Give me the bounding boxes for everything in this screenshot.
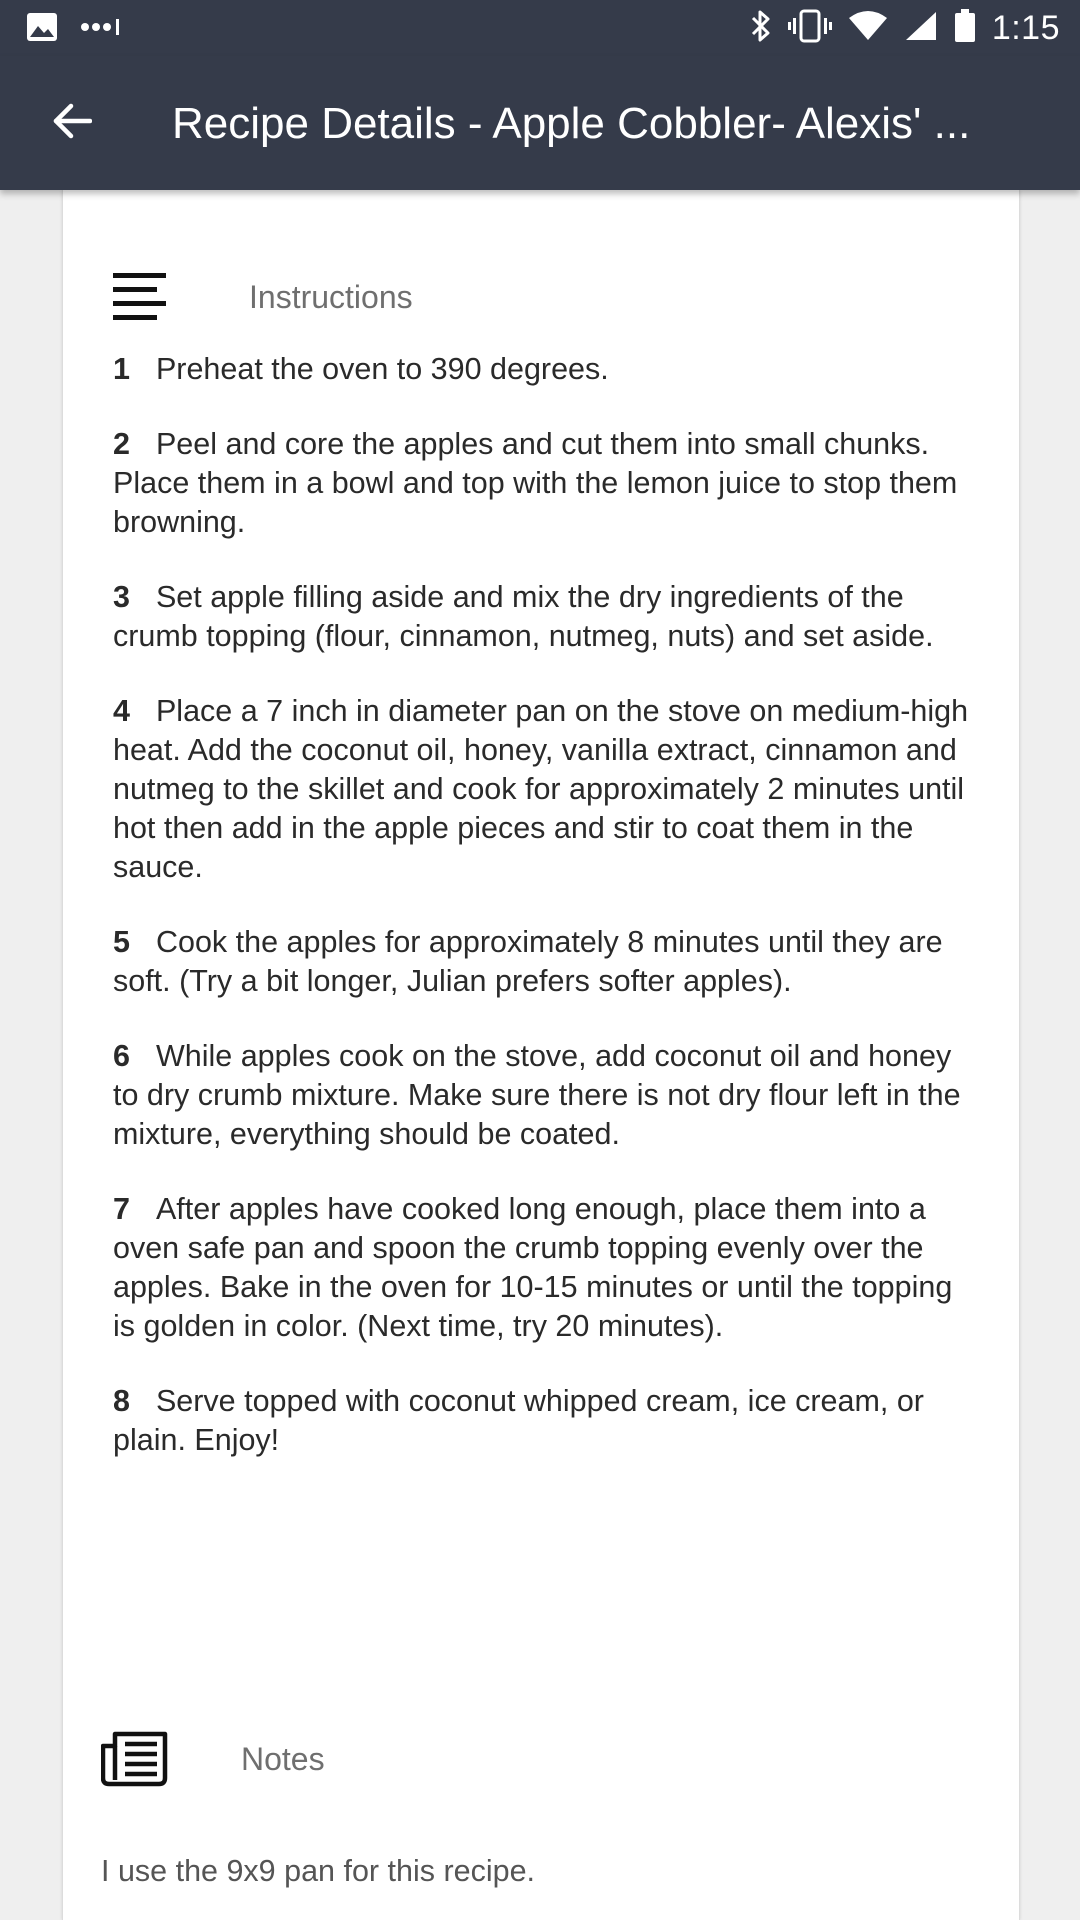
step-text: Set apple filling aside and mix the dry … xyxy=(113,580,934,653)
step-number: 1 xyxy=(113,352,130,386)
signal-icon xyxy=(904,10,938,47)
step-text: Place a 7 inch in diameter pan on the st… xyxy=(113,694,969,884)
step-item: 5 Cook the apples for approximately 8 min… xyxy=(113,923,973,1001)
page-title: Recipe Details - Apple Cobbler- Alexis' … xyxy=(172,99,971,148)
step-number: 7 xyxy=(113,1192,130,1226)
step-item: 4 Place a 7 inch in diameter pan on the s… xyxy=(113,692,973,887)
notes-header: Notes xyxy=(100,1730,325,1788)
instructions-title: Instructions xyxy=(249,278,413,315)
text-lines-icon xyxy=(113,270,167,324)
notes-icon xyxy=(100,1730,169,1788)
step-item: 6 While apples cook on the stove, add coc… xyxy=(113,1037,973,1154)
step-text: Serve topped with coconut whipped cream,… xyxy=(113,1384,924,1457)
app-bar: Recipe Details - Apple Cobbler- Alexis' … xyxy=(0,56,1080,190)
recipe-card: Instructions 1 Preheat the oven to 390 de… xyxy=(62,190,1020,1920)
vibrate-icon xyxy=(787,9,832,48)
notes-text: I use the 9x9 pan for this recipe. xyxy=(101,1854,536,1888)
step-item: 7 After apples have cooked long enough, p… xyxy=(113,1190,973,1346)
step-text: Cook the apples for approximately 8 minu… xyxy=(113,925,943,998)
status-time: 1:15 xyxy=(991,8,1060,47)
step-item: 8 Serve topped with coconut whipped cream… xyxy=(113,1382,973,1460)
status-bar-right: 1:15 xyxy=(750,8,1060,48)
more-dots-icon xyxy=(80,17,124,42)
bluetooth-icon xyxy=(750,9,772,48)
battery-icon xyxy=(954,8,976,48)
image-icon xyxy=(26,12,58,47)
step-item: 2 Peel and core the apples and cut them i… xyxy=(113,425,973,542)
step-item: 3 Set apple filling aside and mix the dry… xyxy=(113,578,973,656)
step-item: 1 Preheat the oven to 390 degrees. xyxy=(113,350,973,389)
wifi-icon xyxy=(848,10,888,47)
status-bar: 1:15 xyxy=(0,0,1080,56)
instructions-list: 1 Preheat the oven to 390 degrees. 2 Peel … xyxy=(113,350,973,1496)
arrow-back-icon xyxy=(52,101,93,146)
step-text: After apples have cooked long enough, pl… xyxy=(113,1192,953,1343)
step-number: 3 xyxy=(113,580,130,614)
back-button[interactable] xyxy=(44,95,100,151)
instructions-header: Instructions xyxy=(113,270,413,324)
step-text: Peel and core the apples and cut them in… xyxy=(113,427,958,539)
step-text: Preheat the oven to 390 degrees. xyxy=(155,352,609,386)
notes-title: Notes xyxy=(241,1740,325,1777)
step-text: While apples cook on the stove, add coco… xyxy=(113,1039,961,1151)
step-number: 6 xyxy=(113,1039,130,1073)
step-number: 4 xyxy=(113,694,130,728)
step-number: 8 xyxy=(113,1384,130,1418)
step-number: 5 xyxy=(113,925,130,959)
step-number: 2 xyxy=(113,427,130,461)
status-bar-left xyxy=(26,12,124,47)
